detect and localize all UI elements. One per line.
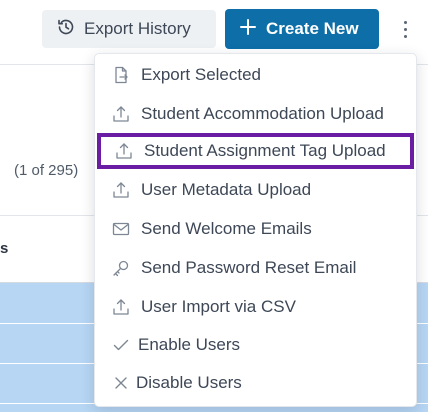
upload-icon <box>110 179 132 201</box>
x-icon <box>110 372 132 394</box>
menu-item-label: Student Assignment Tag Upload <box>144 141 386 160</box>
column-header[interactable]: s <box>0 240 8 257</box>
menu-item-label: User Import via CSV <box>141 297 296 316</box>
create-new-button[interactable]: Create New <box>225 9 379 49</box>
menu-item-send-welcome-emails[interactable]: Send Welcome Emails <box>95 211 416 247</box>
menu-item-label: Student Accommodation Upload <box>141 104 384 123</box>
more-options-icon[interactable] <box>396 16 414 42</box>
menu-item-user-import-via-csv[interactable]: User Import via CSV <box>95 289 416 325</box>
menu-item-label: Send Welcome Emails <box>141 219 312 238</box>
menu-item-send-password-reset-email[interactable]: Send Password Reset Email <box>95 250 416 286</box>
check-icon <box>110 334 132 356</box>
menu-item-label: Send Password Reset Email <box>141 258 357 277</box>
envelope-icon <box>110 218 132 240</box>
plus-icon <box>239 18 257 41</box>
menu-item-student-assignment-tag-upload[interactable]: Student Assignment Tag Upload <box>97 133 414 169</box>
export-file-icon <box>110 64 132 86</box>
menu-item-export-selected[interactable]: Export Selected <box>95 57 416 93</box>
history-icon <box>56 17 76 42</box>
upload-icon <box>113 140 135 162</box>
export-history-label: Export History <box>84 19 191 38</box>
menu-item-user-metadata-upload[interactable]: User Metadata Upload <box>95 172 416 208</box>
page: (1 of 295) s Export History Create New E… <box>0 0 428 412</box>
menu-item-label: Export Selected <box>141 65 262 84</box>
menu-item-label: Enable Users <box>138 335 241 354</box>
actions-menu: Export Selected Student Accommodation Up… <box>94 53 417 407</box>
export-history-button[interactable]: Export History <box>42 10 216 48</box>
menu-item-label: Disable Users <box>136 373 242 392</box>
menu-item-label: User Metadata Upload <box>141 180 312 199</box>
key-icon <box>110 257 132 279</box>
create-new-label: Create New <box>266 19 359 38</box>
menu-item-enable-users[interactable]: Enable Users <box>95 327 416 363</box>
pager-count: (1 of 295) <box>14 162 79 179</box>
upload-icon <box>110 103 132 125</box>
menu-item-disable-users[interactable]: Disable Users <box>95 365 416 401</box>
upload-icon <box>110 296 132 318</box>
menu-item-student-accommodation-upload[interactable]: Student Accommodation Upload <box>95 96 416 132</box>
